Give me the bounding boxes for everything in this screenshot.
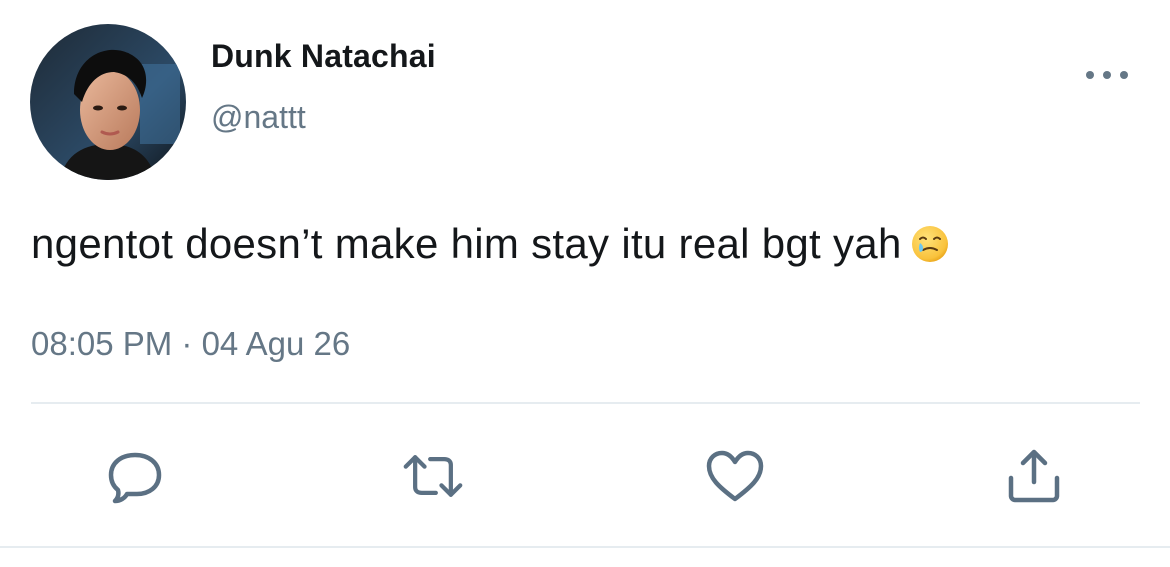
reply-button[interactable] [104, 445, 166, 507]
retweet-button[interactable] [402, 445, 464, 507]
share-icon [1008, 449, 1060, 503]
heart-icon [706, 450, 764, 502]
display-name[interactable]: Dunk Natachai [211, 38, 436, 75]
tweet-text: ngentot doesn’t make him stay itu real b… [31, 220, 902, 267]
like-button[interactable] [704, 445, 766, 507]
user-handle[interactable]: @nattt [211, 99, 306, 136]
tweet-body: ngentot doesn’t make him stay itu real b… [31, 220, 950, 274]
more-dot [1103, 71, 1111, 79]
more-options-button[interactable] [1086, 66, 1128, 84]
share-button[interactable] [1003, 445, 1065, 507]
more-horizontal-icon [1086, 71, 1094, 79]
tweet-card: Dunk Natachai @nattt ngentot doesn’t mak… [0, 0, 1170, 567]
divider [31, 402, 1140, 404]
avatar[interactable] [30, 24, 186, 180]
profile-photo-icon [30, 24, 186, 180]
reply-icon [108, 452, 162, 504]
retweet-icon [403, 455, 463, 497]
smiling-face-with-tear-icon [910, 224, 950, 274]
divider [0, 546, 1170, 548]
more-dot [1120, 71, 1128, 79]
timestamp[interactable]: 08:05 PM · 04 Agu 26 [31, 325, 350, 363]
